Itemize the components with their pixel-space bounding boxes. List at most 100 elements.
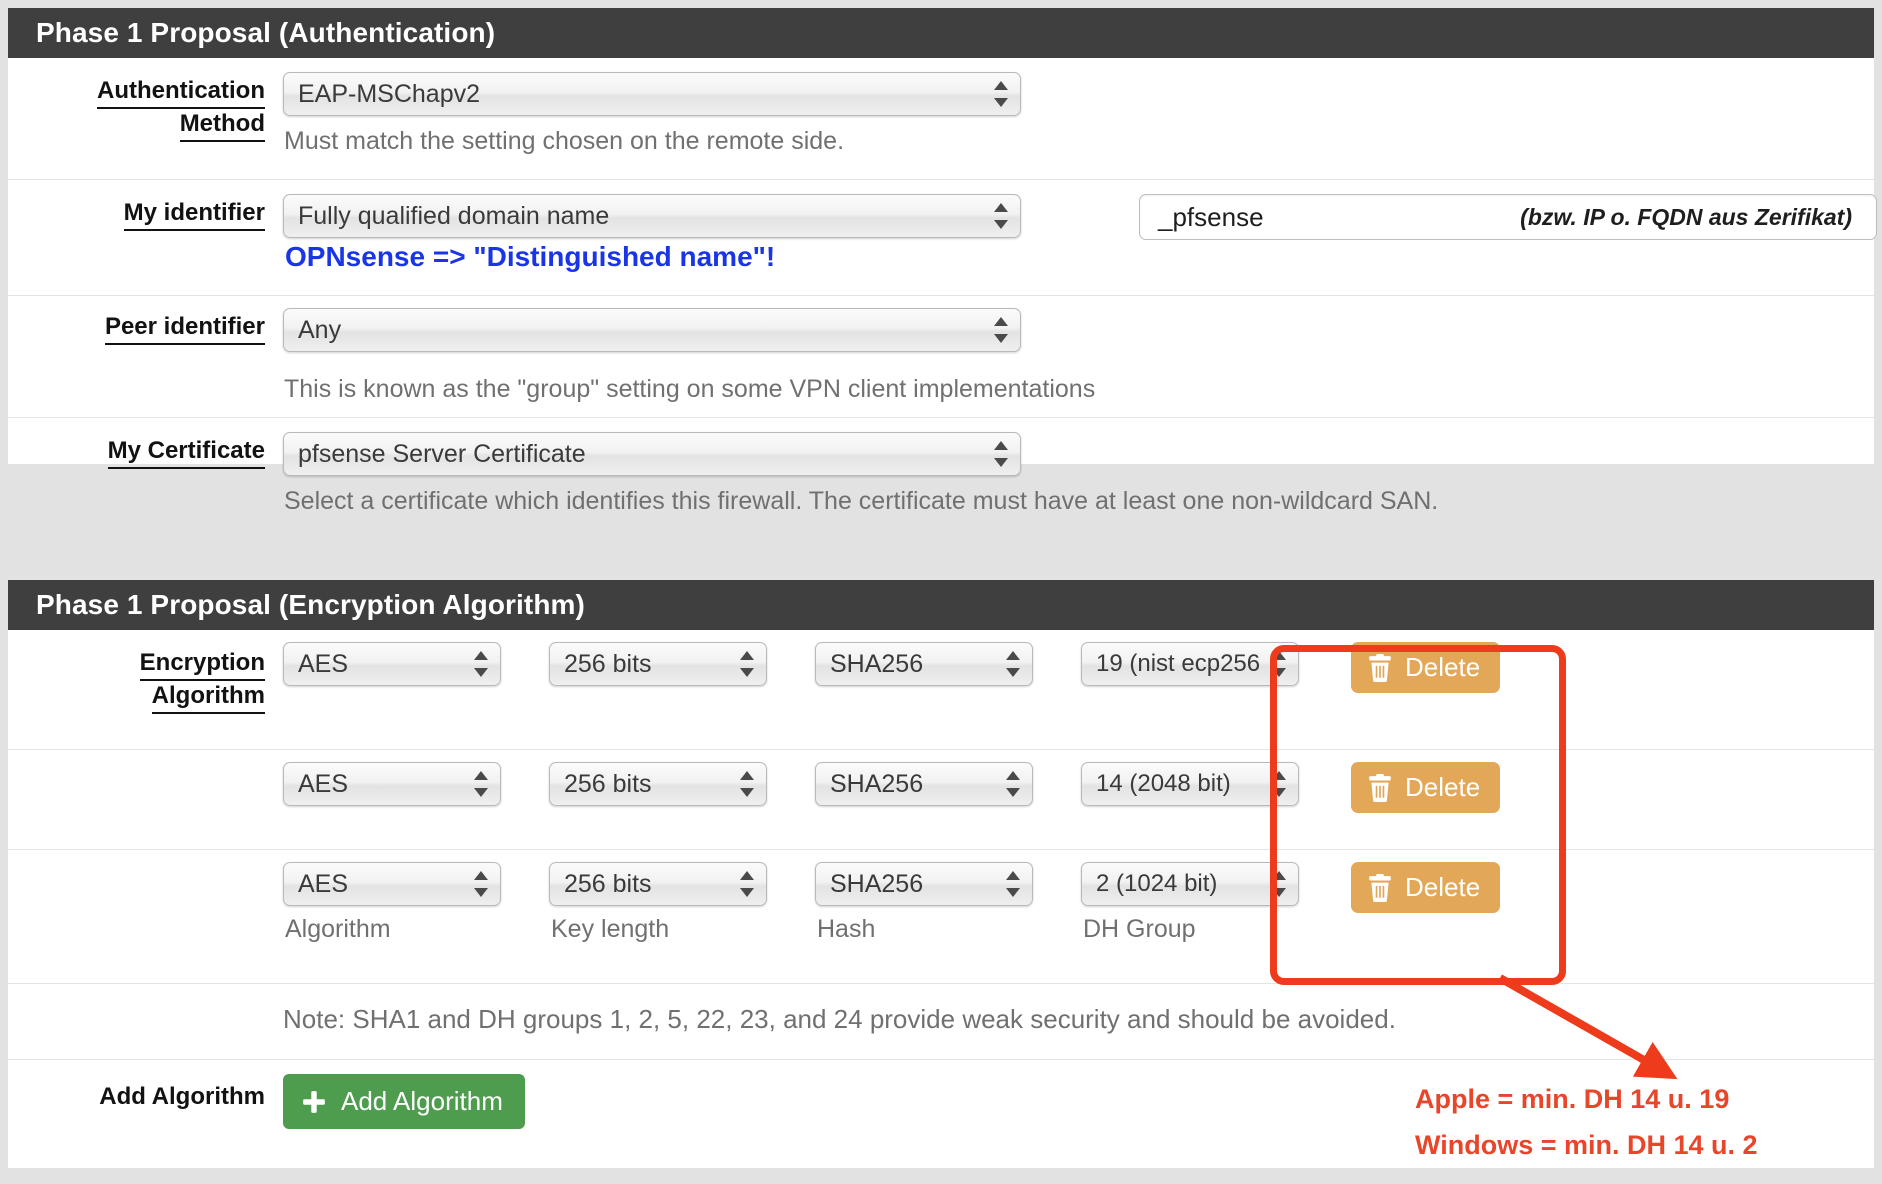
authentication-method-label-line2: Method <box>179 109 265 142</box>
authentication-method-select[interactable]: EAP-MSChapv2 <box>283 72 1021 116</box>
trash-icon <box>1367 873 1393 902</box>
updown-arrows-icon <box>994 201 1008 231</box>
my-certificate-label-col: My Certificate <box>8 418 283 469</box>
key-length-select-row2[interactable]: 256 bits <box>549 762 767 806</box>
table-row: Encryption Algorithm AES 256 bits SHA256… <box>8 630 1874 750</box>
algorithm-select-row1[interactable]: AES <box>283 642 501 686</box>
add-algorithm-button[interactable]: Add Algorithm <box>283 1074 525 1129</box>
hash-value-row3: SHA256 <box>830 870 924 898</box>
column-label-dh-group: DH Group <box>1083 915 1196 943</box>
authentication-method-label-col: Authentication Method <box>8 58 283 142</box>
dh-group-select-row3[interactable]: 2 (1024 bit) <box>1081 862 1299 906</box>
updown-arrows-icon <box>994 315 1008 345</box>
delete-button-label-row1: Delete <box>1405 652 1481 682</box>
updown-arrows-icon <box>740 869 754 899</box>
cell-dh-group: 2 (1024 bit) DH Group <box>1081 862 1303 944</box>
key-length-select-row3[interactable]: 256 bits <box>549 862 767 906</box>
column-label-key-length: Key length <box>551 915 670 943</box>
dh-group-value-row2: 14 (2048 bit) <box>1096 770 1231 797</box>
updown-arrows-icon <box>474 649 488 679</box>
authentication-method-select-value: EAP-MSChapv2 <box>298 80 481 108</box>
peer-identifier-value: Any <box>298 316 342 344</box>
column-label-hash: Hash <box>817 915 876 943</box>
dh-group-select-row2[interactable]: 14 (2048 bit) <box>1081 762 1299 806</box>
my-certificate-label: My Certificate <box>107 436 265 469</box>
row-authentication-method: Authentication Method EAP-MSChapv2 Must … <box>8 58 1874 180</box>
key-length-value-row2: 256 bits <box>564 770 652 798</box>
authentication-method-helper: Must match the setting chosen on the rem… <box>284 127 845 155</box>
updown-arrows-icon <box>474 769 488 799</box>
algorithm-value-row2: AES <box>298 770 349 798</box>
cell-delete: Delete <box>1303 862 1571 913</box>
encryption-algorithm-label-line1: Encryption <box>139 648 265 681</box>
my-identifier-value: _pfsense <box>1158 202 1264 232</box>
cell-dh-group: 14 (2048 bit) <box>1081 762 1303 806</box>
authentication-method-label-line1: Authentication <box>97 76 265 109</box>
hash-select-row2[interactable]: SHA256 <box>815 762 1033 806</box>
algorithm-row-1-controls: AES 256 bits SHA256 19 (nist ecp256 Dele… <box>283 630 1874 705</box>
hash-select-row1[interactable]: SHA256 <box>815 642 1033 686</box>
column-label-algorithm: Algorithm <box>285 915 391 943</box>
updown-arrows-icon <box>1272 769 1286 799</box>
dh-group-value-row3: 2 (1024 bit) <box>1096 870 1218 897</box>
cell-delete: Delete <box>1303 642 1571 693</box>
algorithm-value-row3: AES <box>298 870 349 898</box>
my-identifier-note: (bzw. IP o. FQDN aus Zerifikat) <box>1520 204 1852 230</box>
authentication-panel: Phase 1 Proposal (Authentication) Authen… <box>8 8 1877 515</box>
algorithm-select-row2[interactable]: AES <box>283 762 501 806</box>
my-certificate-controls: pfsense Server Certificate Select a cert… <box>283 418 1874 529</box>
cell-hash: SHA256 Hash <box>815 862 1081 944</box>
updown-arrows-icon <box>1272 649 1286 679</box>
row-weak-security-note: Note: SHA1 and DH groups 1, 2, 5, 22, 23… <box>8 984 1874 1060</box>
algorithm-row-2-controls: AES 256 bits SHA256 14 (2048 bit) Delete <box>283 750 1874 825</box>
empty-label-col-row2 <box>8 750 283 768</box>
delete-button-row2[interactable]: Delete <box>1351 762 1501 813</box>
updown-arrows-icon <box>1006 649 1020 679</box>
cell-dh-group: 19 (nist ecp256 <box>1081 642 1303 686</box>
peer-identifier-label-col: Peer identifier <box>8 296 283 345</box>
cell-algorithm: AES Algorithm <box>283 862 549 944</box>
peer-identifier-select[interactable]: Any <box>283 308 1021 352</box>
empty-label-col-row3 <box>8 850 283 868</box>
table-row: AES Algorithm 256 bits Key length SHA256 <box>8 850 1874 984</box>
updown-arrows-icon <box>994 439 1008 469</box>
key-length-value-row3: 256 bits <box>564 870 652 898</box>
encryption-section-header: Phase 1 Proposal (Encryption Algorithm) <box>8 580 1874 630</box>
delete-button-row3[interactable]: Delete <box>1351 862 1501 913</box>
peer-identifier-helper: This is known as the "group" setting on … <box>284 375 1096 403</box>
updown-arrows-icon <box>740 649 754 679</box>
authentication-method-controls: EAP-MSChapv2 Must match the setting chos… <box>283 58 1874 169</box>
algorithm-select-row3[interactable]: AES <box>283 862 501 906</box>
peer-identifier-controls: Any This is known as the "group" setting… <box>283 296 1874 417</box>
updown-arrows-icon <box>994 79 1008 109</box>
updown-arrows-icon <box>1006 769 1020 799</box>
updown-arrows-icon <box>740 769 754 799</box>
updown-arrows-icon <box>1272 869 1286 899</box>
annotation-apple-line: Apple = min. DH 14 u. 19 <box>1415 1084 1730 1114</box>
cell-key-length: 256 bits Key length <box>549 862 815 944</box>
key-length-select-row1[interactable]: 256 bits <box>549 642 767 686</box>
annotation-opnsense-distinguished-name: OPNsense => "Distinguished name"! <box>285 241 776 272</box>
my-identifier-value-field[interactable]: _pfsense (bzw. IP o. FQDN aus Zerifikat) <box>1139 194 1877 240</box>
cell-key-length: 256 bits <box>549 762 815 806</box>
encryption-algorithm-label-line2: Algorithm <box>151 681 265 714</box>
dh-group-select-row1[interactable]: 19 (nist ecp256 <box>1081 642 1299 686</box>
add-algorithm-label: Add Algorithm <box>99 1083 265 1110</box>
my-identifier-type-select[interactable]: Fully qualified domain name <box>283 194 1021 238</box>
row-my-identifier: My identifier Fully qualified domain nam… <box>8 180 1877 296</box>
cell-key-length: 256 bits <box>549 642 815 686</box>
trash-icon <box>1367 653 1393 682</box>
my-certificate-select[interactable]: pfsense Server Certificate <box>283 432 1021 476</box>
my-identifier-label: My identifier <box>123 198 265 231</box>
authentication-section-header: Phase 1 Proposal (Authentication) <box>8 8 1874 58</box>
hash-select-row3[interactable]: SHA256 <box>815 862 1033 906</box>
pfsense-ipsec-phase1-settings-screenshot: Phase 1 Proposal (Authentication) Authen… <box>0 0 1882 1184</box>
my-identifier-type-value: Fully qualified domain name <box>298 202 610 230</box>
delete-button-row1[interactable]: Delete <box>1351 642 1501 693</box>
row-my-certificate: My Certificate pfsense Server Certificat… <box>8 418 1874 538</box>
hash-value-row2: SHA256 <box>830 770 924 798</box>
my-certificate-value: pfsense Server Certificate <box>298 440 586 468</box>
plus-icon <box>301 1089 327 1115</box>
my-identifier-label-col: My identifier <box>8 180 283 231</box>
delete-button-label-row3: Delete <box>1405 872 1481 902</box>
